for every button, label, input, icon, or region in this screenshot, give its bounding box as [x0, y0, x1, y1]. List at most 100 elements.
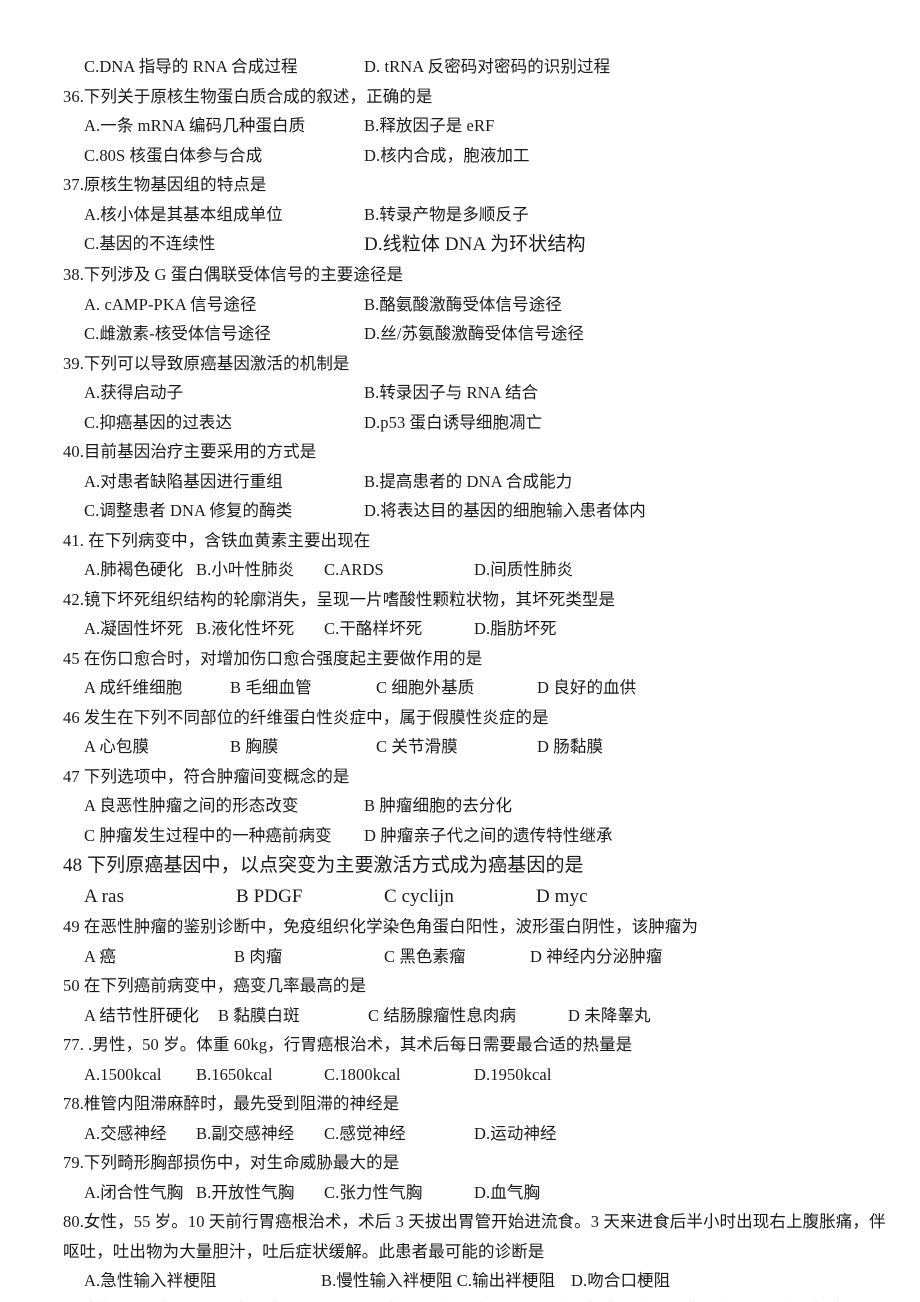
option-d: D. tRNA 反密码对密码的识别过程: [364, 57, 611, 76]
question-stem-47: 47 下列选项中，符合肿瘤间变概念的是: [63, 766, 350, 786]
option-b: B.转录产物是多顺反子: [364, 204, 529, 224]
option-a: A 成纤维细胞: [84, 678, 183, 697]
option-row: A 心包膜 B 胸膜 C 关节滑膜 D 肠黏膜: [84, 732, 859, 762]
option-b: B.释放因子是 eRF: [364, 116, 495, 135]
option-c: C.雌激素-核受体信号途径: [84, 324, 271, 343]
option-row: A.一条 mRNA 编码几种蛋白质 B.释放因子是 eRF: [84, 111, 859, 141]
option-c: C.张力性气胸: [324, 1182, 423, 1202]
option-b: B 毛细血管: [230, 678, 312, 697]
option-b: B.酪氨酸激酶受体信号途径: [364, 294, 562, 314]
option-b: B.提高患者的 DNA 合成能力: [364, 471, 573, 491]
option-row: C 肿瘤发生过程中的一种癌前病变 D 肿瘤亲子代之间的遗传特性继承: [84, 821, 859, 851]
question-stem-79: 79.下列畸形胸部损伤中，对生命威胁最大的是: [63, 1153, 400, 1172]
option-row: C.80S 核蛋白体参与合成 D.核内合成，胞液加工: [84, 141, 859, 171]
option-a: A. cAMP-PKA 信号途径: [84, 294, 257, 314]
option-a: A.闭合性气胸: [84, 1182, 184, 1202]
option-row: A. cAMP-PKA 信号途径 B.酪氨酸激酶受体信号途径: [84, 290, 859, 320]
option-a: A.一条 mRNA 编码几种蛋白质: [84, 116, 306, 135]
question-stem-81: 81.女性，55 岁。因结节性甲状腺肿行双侧甲状腺次全切除术，术后病理报告，右叶…: [63, 1296, 894, 1302]
option-d: D.吻合口梗阻: [571, 1271, 671, 1290]
question-stem-46: 46 发生在下列不同部位的纤维蛋白性炎症中，属于假膜性炎症的是: [63, 707, 549, 727]
option-c: C.调整患者 DNA 修复的酶类: [84, 501, 293, 520]
option-c: C 结肠腺瘤性息肉病: [368, 1005, 517, 1025]
option-b: B.转录因子与 RNA 结合: [364, 383, 539, 402]
option-c: C cyclijn: [384, 886, 455, 907]
option-row: C.雌激素-核受体信号途径 D.丝/苏氨酸激酶受体信号途径: [84, 319, 859, 349]
option-d: D.脂肪坏死: [474, 619, 557, 638]
option-d: D 神经内分泌肿瘤: [530, 946, 663, 966]
question-stem-37: 37.原核生物基因组的特点是: [63, 175, 267, 194]
option-c: C 肿瘤发生过程中的一种癌前病变: [84, 825, 332, 845]
question-stem-39: 39.下列可以导致原癌基因激活的机制是: [63, 353, 350, 373]
option-row: C.抑癌基因的过表达 D.p53 蛋白诱导细胞凋亡: [84, 408, 859, 438]
option-row: A 癌 B 肉瘤 C 黑色素瘤 D 神经内分泌肿瘤: [84, 942, 859, 972]
option-b: B 胸膜: [230, 737, 279, 756]
option-a: A.对患者缺陷基因进行重组: [84, 471, 283, 491]
option-b: B.液化性坏死: [196, 619, 295, 638]
option-d: D 良好的血供: [537, 678, 637, 697]
option-c: C.1800kcal: [324, 1064, 401, 1084]
option-d: D 肠黏膜: [537, 737, 604, 756]
option-row: C.调整患者 DNA 修复的酶类 D.将表达目的基因的细胞输入患者体内: [84, 496, 859, 526]
option-c: C.DNA 指导的 RNA 合成过程: [84, 57, 298, 76]
option-row: A.肺褐色硬化 B.小叶性肺炎 C.ARDS D.间质性肺炎: [84, 555, 859, 585]
option-d: D.将表达目的基因的细胞输入患者体内: [364, 501, 646, 520]
question-stem-38: 38.下列涉及 G 蛋白偶联受体信号的主要途径是: [63, 265, 404, 284]
option-d: D myc: [536, 886, 588, 907]
option-row: A ras B PDGF C cyclijn D myc: [84, 881, 859, 912]
option-d: D.核内合成，胞液加工: [364, 145, 530, 165]
option-row: A.交感神经 B.副交感神经 C.感觉神经 D.运动神经: [84, 1119, 859, 1149]
option-row: A 良恶性肿瘤之间的形态改变 B 肿瘤细胞的去分化: [84, 791, 859, 821]
option-c: C.80S 核蛋白体参与合成: [84, 145, 263, 165]
option-c: C.干酪样坏死: [324, 619, 423, 638]
question-stem-77: 77. .男性，50 岁。体重 60kg，行胃癌根治术，其术后每日需要最合适的热…: [63, 1035, 633, 1054]
option-b: B 黏膜白斑: [218, 1005, 300, 1025]
option-a: A ras: [84, 886, 125, 907]
option-a: A.1500kcal: [84, 1064, 162, 1084]
option-a: A 癌: [84, 946, 116, 966]
option-a: A 结节性肝硬化: [84, 1005, 199, 1025]
question-stem-80: 80.女性，55 岁。10 天前行胃癌根治术，术后 3 天拔出胃管开始进流食。3…: [63, 1212, 886, 1231]
option-row: A 结节性肝硬化 B 黏膜白斑 C 结肠腺瘤性息肉病 D 未降睾丸: [84, 1001, 859, 1031]
option-c: C.基因的不连续性: [84, 234, 216, 253]
option-c: C 细胞外基质: [376, 678, 475, 697]
option-b: B 肉瘤: [234, 946, 283, 966]
option-a: A.获得启动子: [84, 383, 184, 402]
option-row: C.基因的不连续性 D.线粒体 DNA 为环状结构: [84, 229, 859, 260]
option-d: D.丝/苏氨酸激酶受体信号途径: [364, 324, 585, 343]
option-c: C.感觉神经: [324, 1123, 406, 1143]
option-b: B.副交感神经: [196, 1123, 295, 1143]
option-d: D 未降睾丸: [568, 1005, 651, 1025]
option-b: B 肿瘤细胞的去分化: [364, 796, 513, 815]
question-stem-50: 50 在下列癌前病变中，癌变几率最高的是: [63, 976, 367, 995]
question-stem-45: 45 在伤口愈合时，对增加伤口愈合强度起主要做作用的是: [63, 648, 483, 668]
option-row: A 成纤维细胞 B 毛细血管 C 细胞外基质 D 良好的血供: [84, 673, 859, 703]
question-sheet: C.DNA 指导的 RNA 合成过程 D. tRNA 反密码对密码的识别过程 36…: [63, 52, 894, 1302]
question-stem-80-cont: 呕吐，吐出物为大量胆汁，吐后症状缓解。此患者最可能的诊断是: [63, 1241, 545, 1261]
option-row: A.凝固性坏死 B.液化性坏死 C.干酪样坏死 D.脂肪坏死: [84, 614, 859, 644]
option-c: C 黑色素瘤: [384, 946, 466, 966]
option-c: C 关节滑膜: [376, 737, 458, 756]
option-d: D.p53 蛋白诱导细胞凋亡: [364, 412, 543, 432]
option-a: A.凝固性坏死: [84, 619, 184, 638]
question-stem-48: 48 下列原癌基因中，以点突变为主要激活方式成为癌基因的是: [63, 855, 584, 876]
option-d: D.运动神经: [474, 1123, 557, 1143]
option-row: A.对患者缺陷基因进行重组 B.提高患者的 DNA 合成能力: [84, 467, 859, 497]
question-stem-49: 49 在恶性肿瘤的鉴别诊断中，免疫组织化学染色角蛋白阳性，波形蛋白阴性，该肿瘤为: [63, 917, 699, 936]
option-row: C.DNA 指导的 RNA 合成过程 D. tRNA 反密码对密码的识别过程: [84, 52, 859, 82]
option-row: A.核小体是其基本组成单位 B.转录产物是多顺反子: [84, 200, 859, 230]
option-b: B.1650kcal: [196, 1064, 273, 1084]
question-stem-41: 41. 在下列病变中，含铁血黄素主要出现在: [63, 530, 371, 550]
option-c: C.ARDS: [324, 560, 384, 579]
option-d: D.线粒体 DNA 为环状结构: [364, 234, 586, 255]
question-stem-36: 36.下列关于原核生物蛋白质合成的叙述，正确的是: [63, 86, 433, 106]
question-stem-40: 40.目前基因治疗主要采用的方式是: [63, 442, 317, 461]
option-row: A.闭合性气胸 B.开放性气胸 C.张力性气胸 D.血气胸: [84, 1178, 859, 1208]
option-row: A.急性输入袢梗阻 B.慢性输入袢梗阻 C.输出袢梗阻 D.吻合口梗阻: [84, 1266, 859, 1296]
option-b-and-c: B.慢性输入袢梗阻 C.输出袢梗阻: [321, 1271, 556, 1290]
option-a: A.肺褐色硬化: [84, 560, 184, 579]
question-stem-42: 42.镜下坏死组织结构的轮廓消失，呈现一片嗜酸性颗粒状物，其坏死类型是: [63, 589, 616, 609]
option-row: A.获得启动子 B.转录因子与 RNA 结合: [84, 378, 859, 408]
exam-page: C.DNA 指导的 RNA 合成过程 D. tRNA 反密码对密码的识别过程 36…: [0, 0, 920, 1302]
option-d: D.血气胸: [474, 1182, 541, 1202]
